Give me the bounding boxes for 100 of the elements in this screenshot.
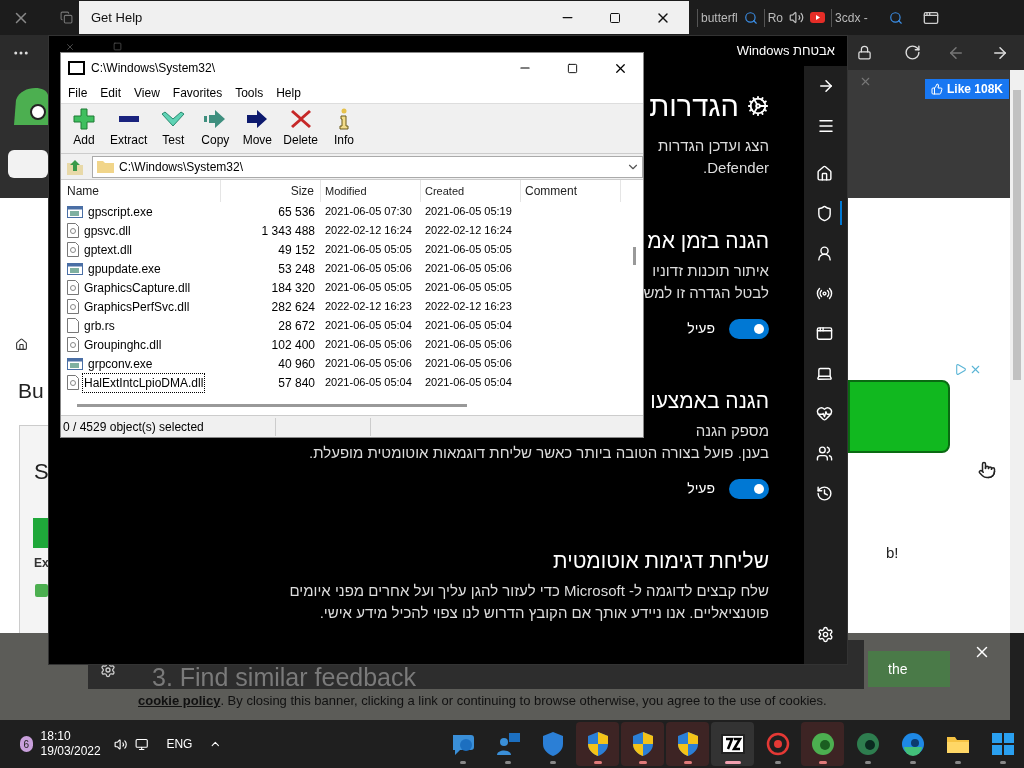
browser-tab[interactable]: butterfl bbox=[697, 8, 738, 27]
table-cell-text: 2022-02-12 16:23 bbox=[424, 299, 513, 315]
table-cell-text: 65 536 bbox=[277, 203, 316, 221]
menu-item[interactable]: File bbox=[68, 84, 88, 102]
home-icon bbox=[816, 164, 833, 182]
browser-tab[interactable]: Ro bbox=[763, 8, 784, 27]
description-text: בענן. פועל בצורה הטובה ביותר כאשר שליחת דוגמאות אוטומטית מופעלת. bbox=[309, 443, 769, 463]
file-name[interactable]: gpsvc.dll bbox=[82, 221, 133, 240]
table-cell-text: 2021-06-05 05:04 bbox=[424, 375, 513, 391]
home-icon[interactable] bbox=[15, 338, 28, 351]
scrollbar[interactable] bbox=[1010, 70, 1024, 633]
file-name[interactable]: gpupdate.exe bbox=[86, 259, 163, 278]
table-cell-text: 2022-02-12 16:24 bbox=[324, 223, 413, 239]
speaker-icon bbox=[789, 10, 805, 25]
column-header[interactable]: Size bbox=[221, 180, 321, 202]
people-icon bbox=[494, 731, 521, 757]
clock-date[interactable]: 19/03/2022 bbox=[40, 744, 101, 759]
table-cell-text: 2021-06-05 05:05 bbox=[324, 280, 413, 296]
folder-icon bbox=[97, 160, 114, 173]
table-cell-text: 2021-06-05 07:30 bbox=[324, 204, 413, 220]
file-name[interactable]: gptext.dll bbox=[82, 240, 135, 259]
menu-item[interactable]: Tools bbox=[235, 84, 264, 102]
section-heading: הגנה באמצעו bbox=[650, 388, 769, 414]
refresh-icon[interactable] bbox=[904, 44, 921, 61]
column-header[interactable]: Modified bbox=[321, 180, 421, 202]
taskbar-button[interactable] bbox=[666, 722, 709, 766]
card-label: Ex bbox=[34, 555, 49, 572]
table-cell-text: 2021-06-05 05:06 bbox=[424, 337, 513, 353]
table-cell-text: 2022-02-12 16:24 bbox=[424, 223, 513, 239]
file-name[interactable]: grb.rs bbox=[82, 316, 117, 335]
like-button[interactable]: Like 108K bbox=[925, 79, 1010, 99]
menu-icon[interactable] bbox=[816, 117, 835, 135]
clock-time[interactable]: 18:10 bbox=[40, 729, 101, 744]
table-cell-text: 2021-06-05 05:05 bbox=[424, 242, 513, 258]
table-cell-text: 282 624 bbox=[270, 298, 316, 316]
table-cell-text: 2021-06-05 05:06 bbox=[324, 356, 413, 372]
table-cell-text: 2021-06-05 05:05 bbox=[424, 280, 513, 296]
maximize-icon[interactable] bbox=[609, 11, 621, 24]
toggle-switch[interactable] bbox=[729, 318, 769, 339]
file-name[interactable]: gpscript.exe bbox=[86, 202, 155, 221]
settings-icon[interactable] bbox=[100, 662, 116, 678]
minus-icon bbox=[118, 116, 139, 122]
cookie-notice: cookie policy. By closing this banner, clicking a link or continuing to browse otherwise, you agree to the use of cookies. bbox=[138, 692, 827, 710]
gear-file-icon bbox=[67, 299, 79, 314]
table-cell-text: 102 400 bbox=[270, 336, 316, 354]
maximize-icon[interactable] bbox=[567, 62, 578, 74]
card-title: S bbox=[34, 458, 49, 486]
column-header[interactable]: Name bbox=[61, 180, 221, 202]
play-button[interactable] bbox=[848, 380, 950, 453]
toolbar-button[interactable]: Copy bbox=[196, 108, 235, 148]
play-icon bbox=[810, 12, 826, 23]
program-file-icon bbox=[67, 204, 83, 219]
menu-item[interactable]: Help bbox=[276, 84, 301, 102]
table-cell-text: 40 960 bbox=[277, 355, 316, 373]
toolbar-button[interactable]: Delete bbox=[280, 108, 322, 148]
file-name[interactable]: Groupinghc.dll bbox=[82, 335, 164, 354]
table-cell-text: 2021-06-05 05:06 bbox=[424, 356, 513, 372]
window-title: C:\Windows\System32\ bbox=[91, 60, 216, 77]
program-file-icon bbox=[67, 356, 83, 371]
table-cell-text: 2022-02-12 16:23 bbox=[324, 299, 413, 315]
table-cell-text: 28 672 bbox=[277, 317, 316, 335]
browser-icon bbox=[809, 731, 836, 757]
table-cell-text: 1 343 488 bbox=[260, 222, 316, 240]
folder-up-icon[interactable] bbox=[66, 157, 84, 176]
notification-badge[interactable]: 6 bbox=[20, 736, 33, 752]
table-cell-text: 2021-06-05 05:04 bbox=[424, 318, 513, 334]
language-indicator[interactable]: ENG bbox=[166, 735, 193, 753]
file-name[interactable]: GraphicsCapture.dll bbox=[82, 278, 193, 297]
menu-item[interactable]: Edit bbox=[100, 84, 122, 102]
taskbar-button[interactable] bbox=[576, 722, 619, 766]
description-text: לבטל הגדרה זו למש bbox=[643, 283, 769, 303]
column-header[interactable]: Created bbox=[421, 180, 521, 202]
toolbar-button[interactable]: Add bbox=[65, 108, 103, 148]
toolbar-button[interactable]: Extract bbox=[107, 108, 151, 148]
menu-item[interactable]: Favorites bbox=[172, 84, 223, 102]
browser-tab[interactable]: 3cdx - bbox=[831, 8, 884, 27]
description-text: Defender. bbox=[703, 158, 769, 178]
section-heading: שליחת דגימות אוטומטית bbox=[553, 548, 769, 574]
tabs-icon[interactable] bbox=[923, 9, 940, 26]
toolbar-button[interactable]: Info bbox=[325, 108, 364, 148]
accept-button[interactable]: the bbox=[868, 651, 950, 687]
file-name[interactable]: HalExtIntcLpioDMA.dll bbox=[82, 372, 206, 393]
toolbar-button[interactable]: Move bbox=[238, 108, 277, 148]
table-cell-text: 2021-06-05 05:04 bbox=[324, 318, 413, 334]
address-field[interactable]: C:\Windows\System32\ bbox=[92, 155, 643, 178]
toggle-switch[interactable] bbox=[729, 478, 769, 499]
table-cell-text: 2021-06-05 05:06 bbox=[324, 261, 413, 277]
restore-icon[interactable] bbox=[60, 11, 73, 24]
table-cell-text: 2021-06-05 05:06 bbox=[324, 337, 413, 353]
page-title: הגדרות bbox=[649, 89, 739, 124]
file-icon bbox=[67, 318, 79, 333]
taskbar-button[interactable] bbox=[711, 722, 754, 766]
column-header[interactable]: Comment bbox=[521, 180, 621, 202]
file-name[interactable]: GraphicsPerfSvc.dll bbox=[82, 297, 192, 316]
file-name[interactable]: grpconv.exe bbox=[86, 354, 155, 373]
status-text: 0 / 4529 object(s) selected bbox=[61, 417, 276, 436]
taskbar-button[interactable] bbox=[621, 722, 664, 766]
menu-item[interactable]: View bbox=[134, 84, 160, 102]
history-icon bbox=[816, 484, 833, 502]
toolbar-button[interactable]: Test bbox=[154, 108, 193, 148]
